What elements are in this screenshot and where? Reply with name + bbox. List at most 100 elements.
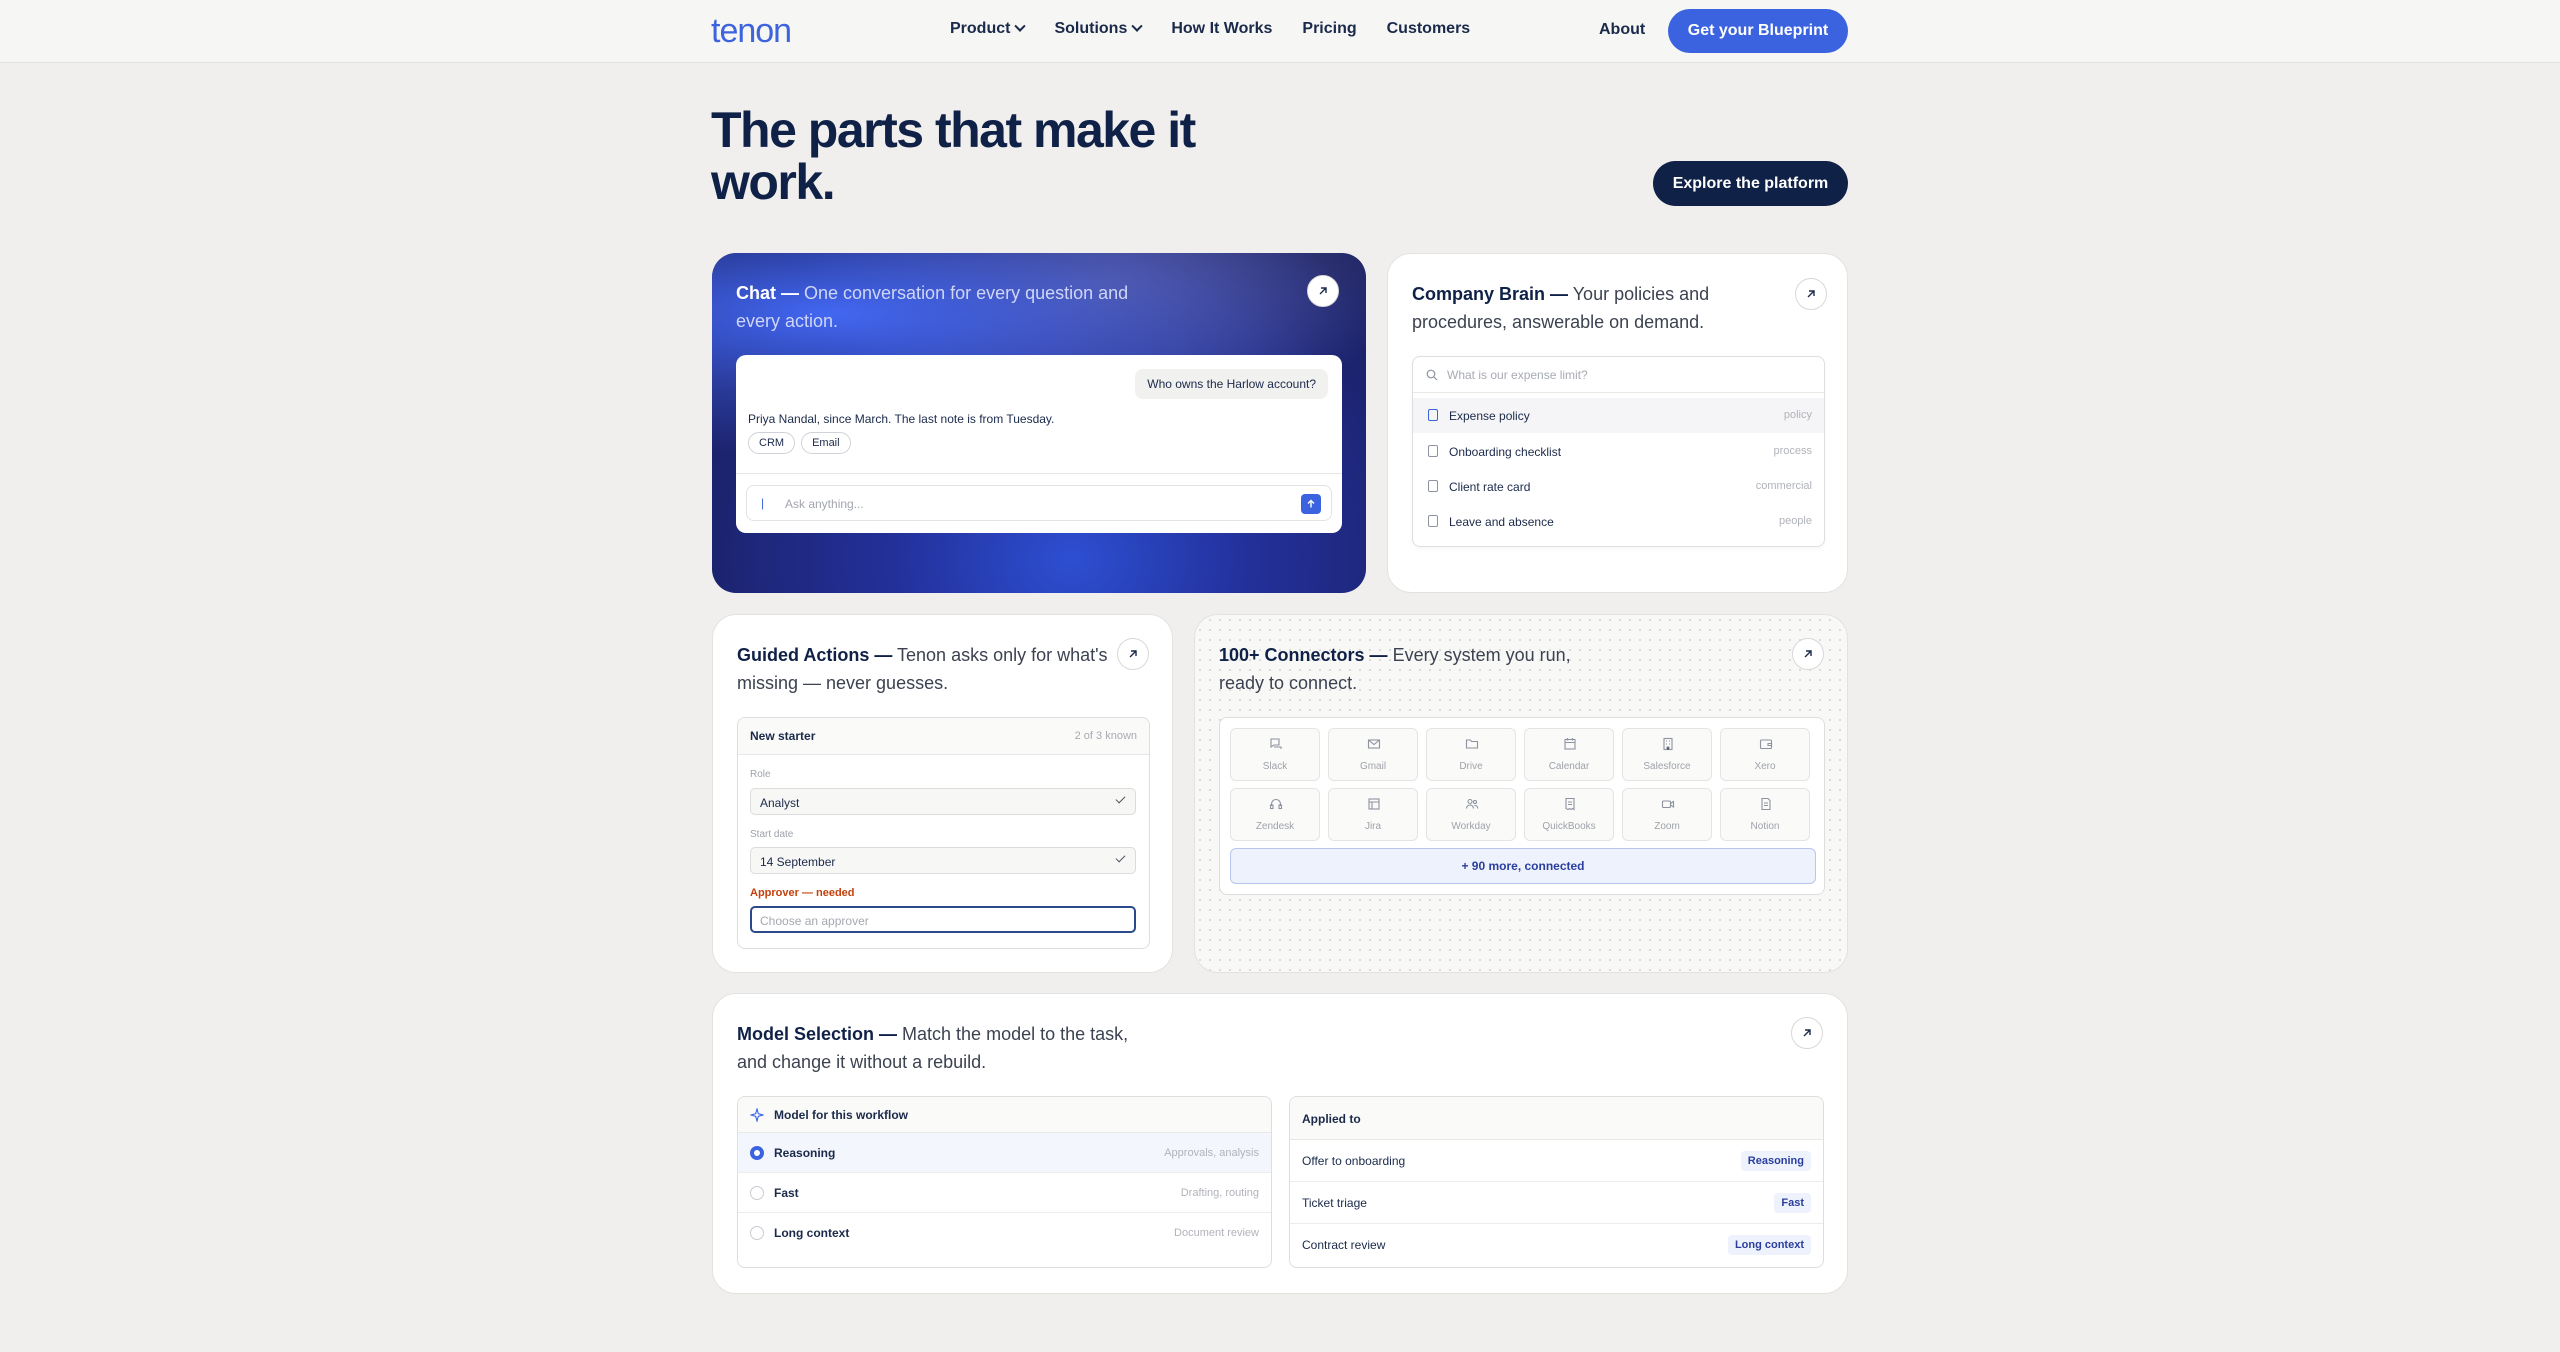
users-icon bbox=[1465, 798, 1479, 809]
connectors-card[interactable]: 100+ Connectors — Every system you run, … bbox=[1194, 614, 1848, 973]
brain-open-button[interactable] bbox=[1795, 278, 1827, 310]
connector-tile[interactable]: Salesforce bbox=[1622, 728, 1712, 781]
check-icon bbox=[1115, 852, 1126, 863]
result-tag: process bbox=[1773, 445, 1812, 457]
connector-tile[interactable]: Jira bbox=[1328, 788, 1418, 841]
connector-tile[interactable]: Gmail bbox=[1328, 728, 1418, 781]
role-value: Analyst bbox=[760, 796, 800, 810]
arrow-up-right-icon bbox=[1129, 650, 1137, 658]
model-picker-title: Model for this workflow bbox=[774, 1108, 908, 1122]
form-progress: 2 of 3 known bbox=[1074, 730, 1137, 742]
chip-crm[interactable]: CRM bbox=[748, 432, 796, 454]
list-item[interactable]: Onboarding checklist process bbox=[1413, 434, 1824, 469]
connector-tile[interactable]: Workday bbox=[1426, 788, 1516, 841]
search-icon bbox=[1426, 369, 1438, 381]
board-icon bbox=[1368, 798, 1380, 810]
start-date-value: 14 September bbox=[760, 855, 836, 869]
mail-icon bbox=[1367, 739, 1381, 749]
nav-how-it-works[interactable]: How It Works bbox=[1171, 20, 1272, 38]
nav-about[interactable]: About bbox=[1599, 21, 1645, 39]
model-option-name: Fast bbox=[774, 1186, 799, 1200]
arrow-up-icon bbox=[1307, 499, 1315, 508]
connector-tile[interactable]: QuickBooks bbox=[1524, 788, 1614, 841]
arrow-up-right-icon bbox=[1807, 290, 1815, 298]
model-option-reasoning[interactable]: Reasoning Approvals, analysis bbox=[738, 1133, 1271, 1173]
result-label: Expense policy bbox=[1449, 409, 1530, 423]
chat-title-bold: Chat — bbox=[736, 283, 799, 303]
nav-pricing[interactable]: Pricing bbox=[1302, 20, 1356, 38]
connector-tile[interactable]: Xero bbox=[1720, 728, 1810, 781]
user-message: Who owns the Harlow account? bbox=[1135, 369, 1328, 399]
model-open-button[interactable] bbox=[1791, 1017, 1823, 1049]
role-field[interactable]: Analyst bbox=[750, 788, 1136, 815]
brain-search-input[interactable]: What is our expense limit? bbox=[1413, 357, 1824, 393]
guided-open-button[interactable] bbox=[1117, 638, 1149, 670]
nav-how-it-works-label: How It Works bbox=[1171, 20, 1273, 37]
model-option-fast[interactable]: Fast Drafting, routing bbox=[738, 1173, 1271, 1213]
arrow-up-right-icon bbox=[1319, 287, 1327, 295]
connector-name: Calendar bbox=[1548, 761, 1590, 772]
nav-solutions-label: Solutions bbox=[1054, 20, 1128, 37]
chip-email[interactable]: Email bbox=[801, 432, 851, 454]
source-chips: CRM Email bbox=[748, 432, 851, 454]
brain-card-title: Company Brain — Your policies and proced… bbox=[1412, 280, 1732, 336]
approver-field[interactable]: Choose an approver bbox=[750, 906, 1136, 933]
chevron-down-icon bbox=[1131, 20, 1144, 32]
nav-product[interactable]: Product bbox=[950, 20, 1027, 38]
model-selection-card[interactable]: Model Selection — Match the model to the… bbox=[712, 993, 1848, 1294]
table-row[interactable]: Contract review Long context bbox=[1290, 1224, 1823, 1266]
connector-tile[interactable]: Calendar bbox=[1524, 728, 1614, 781]
list-item[interactable]: Expense policy policy bbox=[1413, 398, 1824, 433]
logo[interactable]: tenon bbox=[711, 12, 792, 51]
more-connectors-button[interactable]: + 90 more, connected bbox=[1230, 848, 1816, 884]
document-icon bbox=[1428, 409, 1438, 421]
doc-icon bbox=[1761, 797, 1771, 811]
model-badge: Fast bbox=[1774, 1193, 1811, 1213]
chat-open-button[interactable] bbox=[1307, 275, 1339, 307]
guided-actions-card[interactable]: Guided Actions — Tenon asks only for wha… bbox=[712, 614, 1173, 973]
radio[interactable] bbox=[750, 1186, 764, 1200]
list-item[interactable]: Leave and absence people bbox=[1413, 504, 1824, 539]
form-title: New starter bbox=[750, 729, 816, 743]
approver-placeholder: Choose an approver bbox=[760, 914, 869, 928]
connector-tile[interactable]: Slack bbox=[1230, 728, 1320, 781]
list-item[interactable]: Client rate card commercial bbox=[1413, 469, 1824, 504]
connector-name: Zoom bbox=[1654, 821, 1680, 832]
chat-card-title: Chat — One conversation for every questi… bbox=[736, 279, 1156, 335]
nav-customers[interactable]: Customers bbox=[1387, 20, 1471, 38]
nav-solutions[interactable]: Solutions bbox=[1054, 20, 1144, 38]
nav-pricing-label: Pricing bbox=[1302, 20, 1357, 37]
connector-name: Notion bbox=[1750, 821, 1780, 832]
connectors-open-button[interactable] bbox=[1792, 638, 1824, 670]
connector-tile[interactable]: Notion bbox=[1720, 788, 1810, 841]
radio-selected[interactable] bbox=[750, 1146, 764, 1160]
ask-input[interactable]: | Ask anything... bbox=[746, 485, 1332, 521]
explore-platform-button[interactable]: Explore the platform bbox=[1653, 161, 1848, 206]
nav-customers-label: Customers bbox=[1386, 20, 1471, 37]
result-tag: policy bbox=[1783, 409, 1812, 421]
divider bbox=[736, 473, 1342, 474]
result-label: Onboarding checklist bbox=[1449, 445, 1562, 459]
company-brain-card[interactable]: Company Brain — Your policies and proced… bbox=[1387, 253, 1848, 593]
send-button[interactable] bbox=[1301, 494, 1321, 514]
brain-search-panel: What is our expense limit? Expense polic… bbox=[1412, 356, 1825, 547]
model-option-long-context[interactable]: Long context Document review bbox=[738, 1213, 1271, 1253]
main-menu: Product Solutions How It Works Pricing C… bbox=[950, 20, 1500, 38]
chat-card[interactable]: Chat — One conversation for every questi… bbox=[712, 253, 1366, 593]
connector-name: Workday bbox=[1451, 821, 1491, 832]
nav-product-label: Product bbox=[950, 20, 1011, 37]
result-tag: commercial bbox=[1755, 480, 1812, 492]
result-tag: people bbox=[1778, 515, 1812, 527]
connector-grid: Slack Gmail Drive Calendar Salesforce Xe… bbox=[1219, 717, 1825, 895]
connector-tile[interactable]: Zoom bbox=[1622, 788, 1712, 841]
get-blueprint-button[interactable]: Get your Blueprint bbox=[1668, 9, 1848, 53]
table-row[interactable]: Offer to onboarding Reasoning bbox=[1290, 1140, 1823, 1182]
table-row[interactable]: Ticket triage Fast bbox=[1290, 1182, 1823, 1224]
start-date-field[interactable]: 14 September bbox=[750, 847, 1136, 874]
document-icon bbox=[1428, 445, 1438, 457]
workflow-name: Ticket triage bbox=[1302, 1196, 1367, 1210]
workflow-name: Contract review bbox=[1302, 1238, 1386, 1252]
connector-tile[interactable]: Drive bbox=[1426, 728, 1516, 781]
radio[interactable] bbox=[750, 1226, 764, 1240]
connector-tile[interactable]: Zendesk bbox=[1230, 788, 1320, 841]
